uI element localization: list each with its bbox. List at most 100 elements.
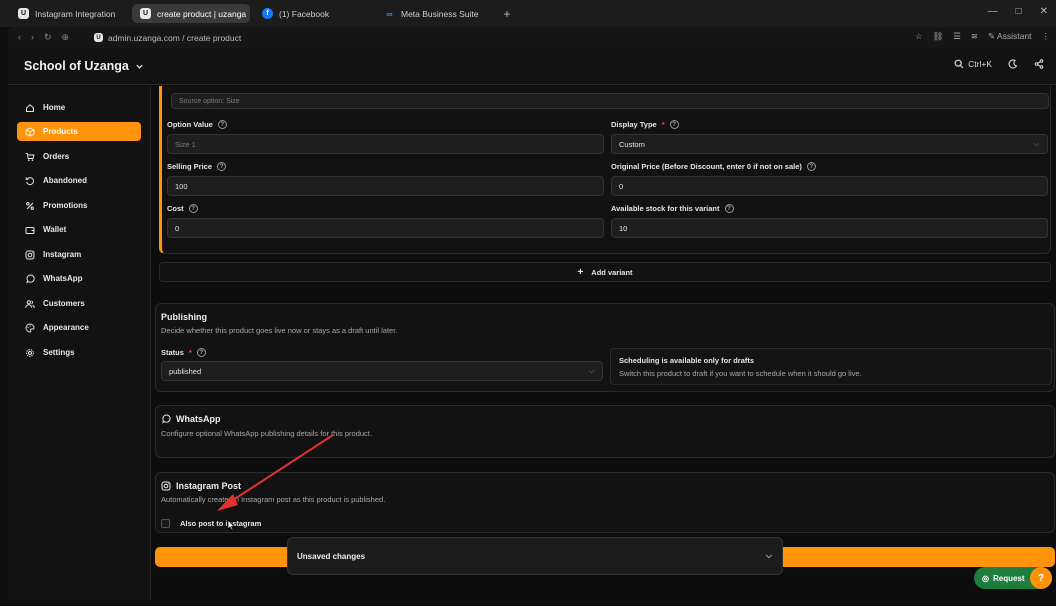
whatsapp-icon	[26, 274, 35, 283]
reload-icon[interactable]: ↻	[44, 32, 52, 43]
close-icon[interactable]: ✕	[1040, 6, 1048, 17]
url-text: admin.uzanga.com / create product	[108, 32, 242, 43]
instagram-title: Instagram Post	[161, 481, 241, 491]
sidebar-item-promotions[interactable]: Promotions	[17, 196, 141, 215]
sidebar-item-whatsapp[interactable]: WhatsApp	[17, 269, 141, 288]
palette-icon	[25, 323, 35, 332]
display-type-label: Display Type * ?	[611, 120, 679, 129]
sidebar-item-instagram[interactable]: Instagram	[17, 245, 141, 264]
share-icon[interactable]	[1034, 59, 1044, 69]
status-label: Status * ?	[161, 348, 206, 357]
option-value-input[interactable]: Size 1	[167, 134, 604, 154]
moon-icon[interactable]	[1008, 59, 1018, 69]
percent-icon	[26, 201, 34, 210]
browser-tab-meta-business[interactable]: ∞ Meta Business Suite	[376, 4, 494, 23]
help-icon[interactable]: ?	[196, 348, 206, 357]
sidebar-item-settings[interactable]: Settings	[17, 343, 141, 362]
search-shortcut-button[interactable]: Ctrl+K	[954, 59, 992, 69]
help-icon[interactable]: ?	[806, 162, 816, 171]
facebook-favicon-icon: f	[262, 8, 273, 19]
help-icon[interactable]: ?	[188, 204, 198, 213]
original-price-input[interactable]: 0	[611, 176, 1048, 196]
publishing-description: Decide whether this product goes live no…	[161, 326, 398, 335]
status-select[interactable]: published ⌵	[161, 361, 603, 381]
publishing-title: Publishing	[161, 312, 207, 322]
chevron-down-icon[interactable]: ⌵	[766, 551, 772, 561]
also-post-instagram-label[interactable]: Also post to instagram	[180, 519, 261, 528]
required-marker: *	[661, 120, 665, 129]
store-switcher[interactable]: School of Uzanga	[24, 59, 144, 73]
shortcut-label: Ctrl+K	[968, 59, 992, 69]
home-icon	[26, 103, 34, 112]
whatsapp-description: Configure optional WhatsApp publishing d…	[161, 429, 372, 438]
help-icon[interactable]: ?	[669, 120, 679, 129]
sidebar-item-products[interactable]: Products	[17, 122, 141, 141]
sidebar-item-home[interactable]: Home	[17, 98, 141, 117]
selling-price-label: Selling Price ?	[167, 162, 227, 171]
store-name: School of Uzanga	[24, 59, 129, 73]
unsaved-changes-bar[interactable]: Unsaved changes ⌵	[287, 537, 783, 575]
whatsapp-icon	[161, 414, 171, 424]
more-icon[interactable]: ⋮	[1042, 31, 1051, 42]
display-type-select[interactable]: Custom ⌵	[611, 134, 1048, 154]
sidebar-item-wallet[interactable]: Wallet	[17, 220, 141, 239]
browser-tab-bar: U Instagram Integration U create product…	[0, 0, 1056, 27]
scheduling-description: Switch this product to draft if you want…	[619, 369, 862, 378]
browser-tab-facebook[interactable]: f (1) Facebook	[254, 4, 372, 23]
help-button[interactable]: ?	[1030, 567, 1052, 589]
whatsapp-title: WhatsApp	[161, 414, 221, 424]
maximize-icon[interactable]: □	[1016, 6, 1022, 17]
back-icon[interactable]: ‹	[18, 32, 21, 43]
address-bar: ‹ › ↻ ⊕ U admin.uzanga.com / create prod…	[8, 27, 1056, 48]
forward-icon[interactable]: ›	[31, 32, 34, 43]
help-icon[interactable]: ?	[217, 162, 227, 171]
link-icon[interactable]: ⛓	[932, 31, 943, 42]
gear-icon	[26, 348, 34, 357]
sidebar-item-customers[interactable]: Customers	[17, 294, 141, 313]
new-tab-button[interactable]: +	[498, 7, 516, 21]
browser-tab-instagram-integration[interactable]: U Instagram Integration	[10, 4, 128, 23]
question-icon: ?	[1037, 572, 1045, 584]
selling-price-input[interactable]: 100	[167, 176, 604, 196]
window-controls: — □ ✕	[988, 6, 1048, 17]
sidebar-item-appearance[interactable]: Appearance	[17, 318, 141, 337]
audio-icon[interactable]: ≋	[971, 31, 978, 42]
mouse-cursor-icon	[227, 519, 235, 531]
chevron-down-icon: ⌵	[588, 368, 594, 375]
undo-icon	[25, 176, 34, 185]
browser-nav-buttons: ‹ › ↻ ⊕	[8, 32, 94, 43]
header-actions: Ctrl+K	[954, 59, 1044, 69]
star-icon[interactable]: ☆	[915, 31, 923, 42]
add-variant-button[interactable]: + Add variant	[159, 262, 1051, 282]
unsaved-changes-label: Unsaved changes	[297, 551, 366, 561]
users-icon	[25, 299, 35, 308]
source-option-field: Source option: Size	[171, 93, 1049, 109]
tab-label: create product | uzanga	[157, 8, 247, 19]
stock-label: Available stock for this variant ?	[611, 204, 734, 213]
url-field[interactable]: U admin.uzanga.com / create product	[94, 33, 241, 43]
help-icon[interactable]: ?	[217, 120, 227, 129]
meta-favicon-icon: ∞	[386, 8, 393, 19]
sidebar: Home Products Orders Abandoned Promotion…	[8, 86, 151, 600]
minimize-icon[interactable]: —	[988, 6, 998, 17]
also-post-instagram-checkbox[interactable]	[161, 519, 170, 528]
shield-icon[interactable]: ⊕	[62, 32, 70, 43]
sidebar-item-orders[interactable]: Orders	[17, 147, 141, 166]
wallet-icon	[25, 226, 35, 234]
chevron-down-icon: ⌵	[1033, 141, 1039, 148]
menu-lines-icon[interactable]: ☰	[953, 31, 961, 42]
lifebuoy-icon: ◎	[982, 573, 989, 583]
stock-input[interactable]: 10	[611, 218, 1048, 238]
assistant-button[interactable]: ✎ Assistant	[988, 31, 1032, 42]
sidebar-item-abandoned[interactable]: Abandoned	[17, 171, 141, 190]
help-icon[interactable]: ?	[724, 204, 734, 213]
scheduling-title: Scheduling is available only for drafts	[619, 356, 755, 365]
browser-tab-create-product[interactable]: U create product | uzanga	[132, 4, 250, 23]
original-price-label: Original Price (Before Discount, enter 0…	[611, 162, 816, 171]
cost-input[interactable]: 0	[167, 218, 604, 238]
required-marker: *	[188, 348, 192, 357]
instagram-card: Instagram Post Automatically create an I…	[155, 472, 1055, 533]
uzanga-favicon-icon: U	[18, 8, 29, 19]
whatsapp-card: WhatsApp Configure optional WhatsApp pub…	[155, 405, 1055, 458]
tab-label: Meta Business Suite	[401, 8, 479, 19]
